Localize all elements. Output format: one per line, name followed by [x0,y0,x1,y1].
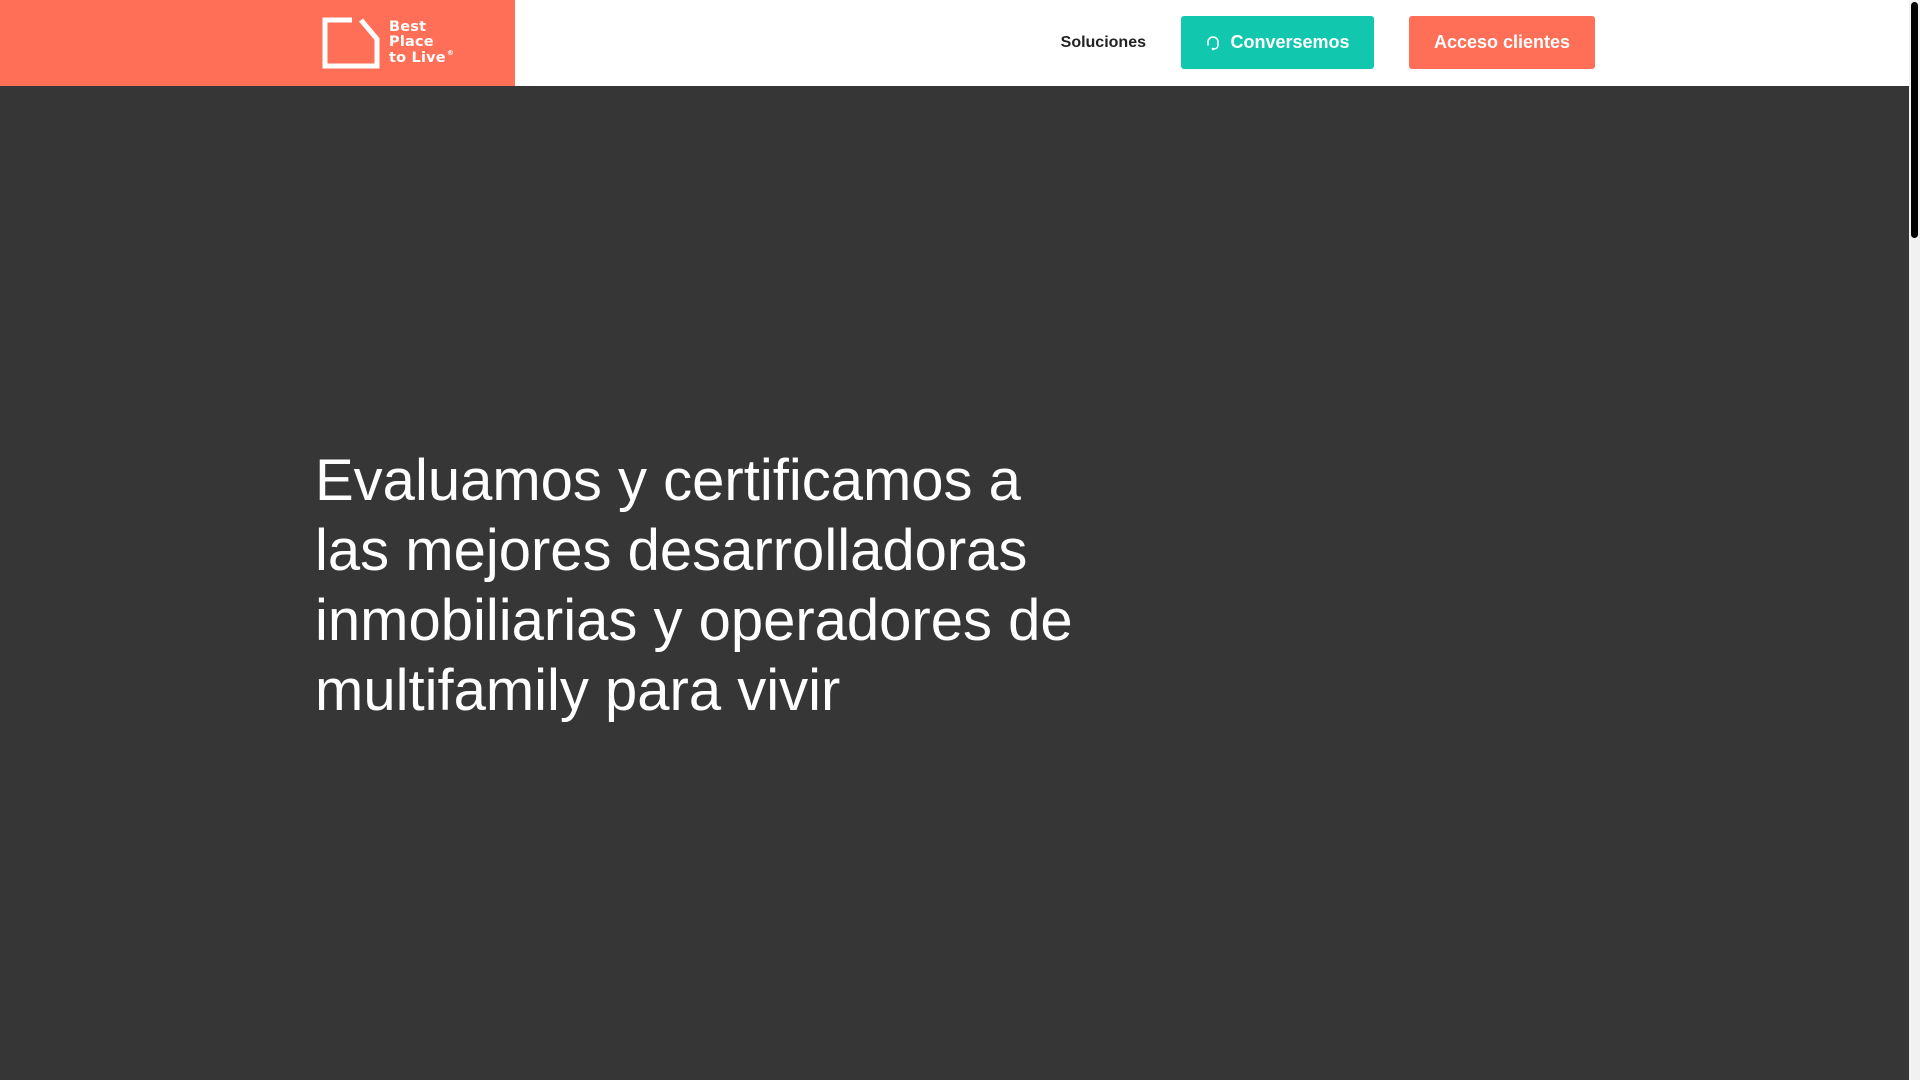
logo-block: Best Place to Live® [0,0,515,86]
page-content: Best Place to Live® Soluciones Conversem… [0,0,1909,1080]
house-logo-icon [322,17,380,69]
registered-mark: ® [446,48,455,57]
home-logo-link[interactable]: Best Place to Live® [322,17,454,69]
conversemos-label: Conversemos [1230,32,1350,52]
main-nav: Soluciones Conversemos Acceso clientes [1061,16,1595,69]
headset-icon [1207,35,1220,50]
logo-line-1: Best [389,18,427,35]
logo-line-3: to Live® [389,48,455,67]
page: Best Place to Live® Soluciones Conversem… [0,0,1920,1080]
conversemos-button[interactable]: Conversemos [1181,16,1374,69]
logo-line-3-text: to Live [389,49,446,66]
scrollbar-thumb[interactable] [1911,2,1918,238]
client-access-label: Acceso clientes [1433,32,1571,52]
logo-line-2: Place [389,34,434,51]
page-scrollbar[interactable] [1909,0,1920,1080]
client-access-button[interactable]: Acceso clientes [1409,16,1595,69]
site-header: Best Place to Live® Soluciones Conversem… [0,0,1909,86]
nav-solutions-link[interactable]: Soluciones [1061,34,1146,52]
logo-wordmark: Best Place to Live® [389,18,455,67]
hero-title: Evaluamos y certificamos a las mejores d… [315,448,1073,723]
hero-section: Evaluamos y certificamos a las mejores d… [0,86,1909,1080]
